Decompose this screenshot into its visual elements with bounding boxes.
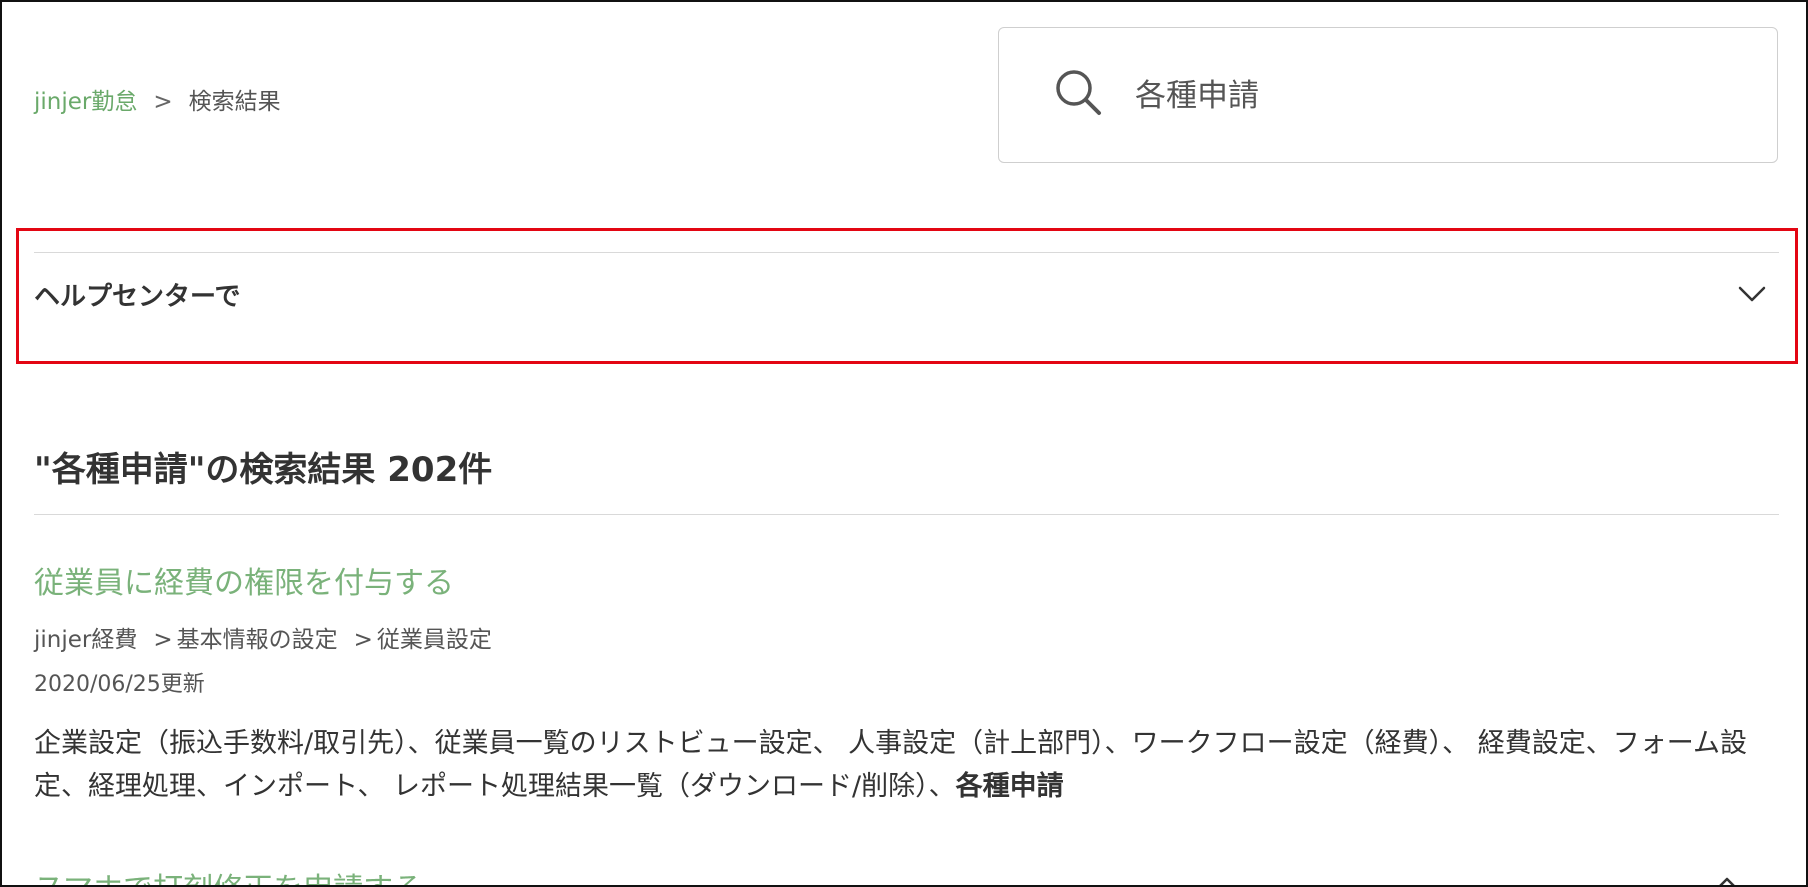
result-snippet: 企業設定（振込手数料/取引先）、従業員一覧のリストビュー設定、 人事設定（計上部… (34, 722, 1754, 808)
search-result-item: 従業員に経費の権限を付与する jinjer経費 > 基本情報の設定 > 従業員設定 20… (34, 558, 1754, 808)
search-input[interactable] (1135, 68, 1735, 116)
result-path-segment: 基本情報の設定 (176, 627, 338, 653)
results-divider (34, 514, 1779, 515)
search-icon[interactable] (1053, 67, 1103, 117)
accordion-highlight-frame (16, 228, 1798, 364)
result-path-separator: > (153, 627, 173, 653)
result-path-segment: jinjer経費 (34, 627, 138, 653)
next-result-title-link[interactable]: スマホで打刻修正を申請する (34, 864, 423, 885)
chevron-up-icon (1719, 877, 1735, 885)
result-path-segment: 従業員設定 (376, 627, 492, 653)
breadcrumb-home-link[interactable]: jinjer勤怠 (34, 89, 137, 115)
search-box[interactable] (998, 27, 1778, 163)
result-path-separator: > (353, 627, 373, 653)
breadcrumb-separator: > (153, 89, 173, 115)
result-title-link[interactable]: 従業員に経費の権限を付与する (34, 558, 1754, 602)
results-heading: "各種申請"の検索結果 202件 (34, 450, 493, 490)
result-updated-date: 2020/06/25更新 (34, 672, 205, 697)
breadcrumb: jinjer勤怠 > 検索結果 (34, 82, 281, 116)
result-path: jinjer経費 > 基本情報の設定 > 従業員設定 (34, 620, 1754, 654)
breadcrumb-current: 検索結果 (188, 89, 281, 115)
page-frame: jinjer勤怠>検索結果 ヘルプセンターで "各種申請"の検索結果 202件 … (0, 0, 1808, 887)
result-snippet-highlight: 各種申請 (955, 771, 1064, 802)
result-snippet-text: 企業設定（振込手数料/取引先）、従業員一覧のリストビュー設定、 人事設定（計上部… (34, 728, 1747, 802)
